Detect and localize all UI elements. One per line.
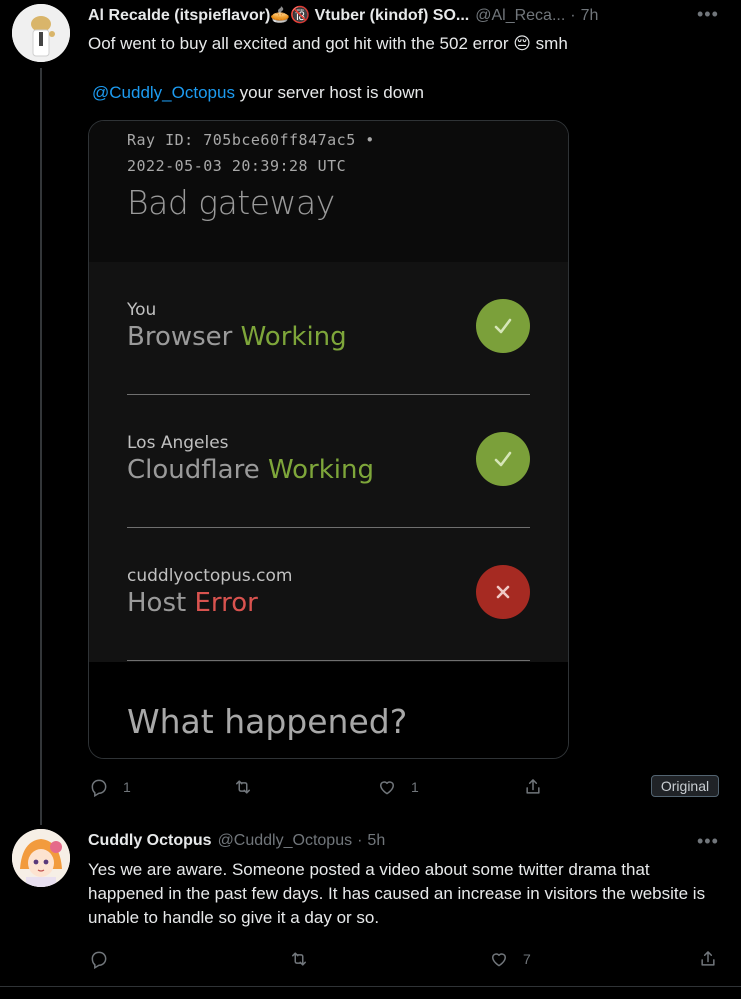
- row-divider: [127, 527, 530, 528]
- like-button[interactable]: 7: [489, 949, 531, 969]
- timeline-divider: [0, 986, 741, 987]
- heart-icon: [492, 953, 506, 967]
- author-handle[interactable]: @Cuddly_Octopus: [218, 832, 353, 850]
- check-icon: [476, 432, 530, 486]
- author-name[interactable]: Cuddly Octopus: [88, 832, 212, 850]
- retweet-icon: [236, 780, 250, 794]
- reply-icon: [91, 951, 107, 969]
- error-title: Bad gateway: [127, 183, 335, 222]
- tweet-2-header: Cuddly Octopus @Cuddly_Octopus · 5h: [88, 832, 385, 850]
- row-state: Working: [240, 322, 347, 352]
- row-state: Error: [194, 588, 258, 618]
- heart-icon: [380, 781, 394, 795]
- row-label: Browser: [127, 322, 233, 352]
- what-happened-section: What happened?: [89, 662, 568, 758]
- reply-button[interactable]: [89, 949, 109, 969]
- status-row-cloudflare: Los Angeles Cloudflare Working: [127, 425, 530, 558]
- timestamp[interactable]: 7h: [581, 7, 599, 25]
- separator-dot: ·: [357, 832, 363, 849]
- row-status: Host Error: [127, 588, 258, 618]
- row-divider: [127, 660, 530, 661]
- row-label: Host: [127, 588, 187, 618]
- row-status: Browser Working: [127, 322, 347, 352]
- more-options-icon[interactable]: •••: [697, 831, 719, 852]
- row-state: Working: [267, 455, 375, 485]
- mention-link[interactable]: @Cuddly_Octopus: [92, 83, 235, 102]
- original-translation-badge[interactable]: Original: [651, 775, 719, 797]
- row-location: Los Angeles: [127, 433, 229, 453]
- share-icon: [526, 779, 540, 794]
- separator-dot: ·: [570, 7, 576, 24]
- retweet-button[interactable]: [233, 777, 253, 797]
- reply-button[interactable]: 1: [89, 777, 131, 797]
- x-icon: [476, 565, 530, 619]
- status-row-browser: You Browser Working: [127, 292, 530, 425]
- row-status: Cloudflare Working: [127, 455, 374, 485]
- avatar[interactable]: [12, 829, 70, 887]
- tweet-1-text-rest: your server host is down: [234, 83, 424, 102]
- tweet-2-text: Yes we are aware. Someone posted a video…: [88, 860, 706, 927]
- row-location: cuddlyoctopus.com: [127, 566, 293, 586]
- row-divider: [127, 394, 530, 395]
- retweet-icon: [292, 952, 306, 966]
- like-button[interactable]: 1: [377, 777, 419, 797]
- what-happened-heading: What happened?: [127, 702, 408, 741]
- reply-icon: [91, 779, 107, 797]
- row-label: Cloudflare: [127, 455, 260, 485]
- more-options-icon[interactable]: •••: [697, 4, 719, 25]
- share-icon: [701, 951, 715, 966]
- author-name[interactable]: Al Recalde (itspieflavor)🥧🔞 Vtuber (kind…: [88, 5, 469, 25]
- error-timestamp: 2022-05-03 20:39:28 UTC: [127, 157, 347, 175]
- avatar[interactable]: [12, 4, 70, 62]
- share-button[interactable]: [698, 949, 718, 969]
- check-icon: [476, 299, 530, 353]
- error-header-section: Ray ID: 705bce60ff847ac5 • 2022-05-03 20…: [89, 121, 568, 262]
- attached-image[interactable]: Ray ID: 705bce60ff847ac5 • 2022-05-03 20…: [88, 120, 569, 759]
- tweet-1-text-line2: @Cuddly_Octopus your server host is down: [92, 81, 424, 105]
- author-handle[interactable]: @Al_Reca...: [475, 7, 565, 25]
- like-count: 1: [411, 779, 419, 795]
- tweet-1-header: Al Recalde (itspieflavor)🥧🔞 Vtuber (kind…: [88, 5, 598, 25]
- reply-count: 1: [123, 779, 131, 795]
- status-section: You Browser Working Los Angeles Cloudfla…: [89, 262, 568, 662]
- share-button[interactable]: [523, 777, 543, 797]
- retweet-button[interactable]: [289, 949, 309, 969]
- like-count: 7: [523, 951, 531, 967]
- ray-id: Ray ID: 705bce60ff847ac5 •: [127, 131, 375, 149]
- tweet-1-text-line1: Oof went to buy all excited and got hit …: [88, 34, 568, 53]
- row-location: You: [127, 300, 157, 320]
- timestamp[interactable]: 5h: [367, 832, 385, 850]
